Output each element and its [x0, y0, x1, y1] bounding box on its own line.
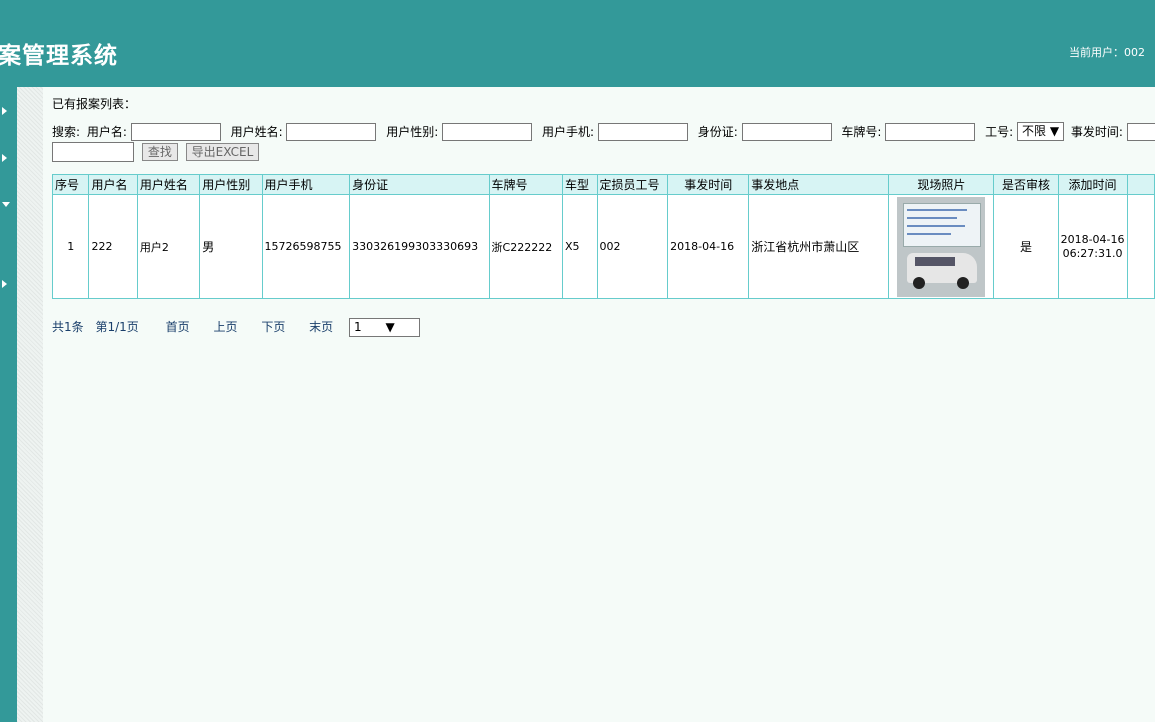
- time-start-input[interactable]: [1126, 122, 1155, 141]
- plate-label: 车牌号:: [841, 125, 882, 139]
- realname-input[interactable]: [286, 122, 377, 141]
- cell-model: X5: [561, 194, 598, 299]
- cell-idcard: 330326199303330693: [349, 194, 490, 299]
- scene-photo[interactable]: [897, 196, 986, 297]
- header-cell: 事发时间: [667, 174, 750, 195]
- idcard-label: 身份证:: [697, 125, 738, 139]
- system-title: 案管理系统: [0, 42, 118, 69]
- realname-label: 用户姓名:: [230, 125, 283, 139]
- collapse-arrow-icon[interactable]: [2, 202, 10, 207]
- header-cell: 定损员工号: [596, 174, 669, 195]
- cell-username: 222: [88, 194, 138, 299]
- header-cell: 添加时间: [1057, 174, 1128, 195]
- cell-gender: 男: [199, 194, 263, 299]
- photo-text-line: [907, 224, 966, 227]
- sidebar: [0, 87, 17, 722]
- frame-divider: [17, 87, 43, 722]
- prev-page-link[interactable]: 上页: [213, 320, 237, 334]
- phone-label: 用户手机:: [541, 125, 595, 139]
- photo-text-line: [907, 208, 968, 211]
- pagination: 共1条 第1/1页 首页 上页 下页 末页 1 ▼: [52, 318, 440, 337]
- username-label: 用户名:: [86, 125, 127, 139]
- photo-text-line: [907, 232, 952, 235]
- expand-arrow-icon[interactable]: [2, 280, 7, 288]
- cell-place: 浙江省杭州市萧山区: [748, 194, 890, 299]
- cell-plate: 浙C222222: [488, 194, 563, 299]
- cell-extra: [1126, 194, 1155, 299]
- workno-select[interactable]: 不限 ▼: [1016, 122, 1065, 141]
- cell-realname: 用户2: [136, 194, 201, 299]
- page-select-value: 1: [354, 320, 362, 334]
- header-cell: 事发地点: [748, 174, 890, 195]
- page-info: 第1/1页: [95, 320, 139, 334]
- time-label: 事发时间:: [1070, 125, 1123, 139]
- search-prefix: 搜索:: [52, 125, 81, 139]
- phone-input[interactable]: [597, 122, 688, 141]
- find-button[interactable]: 查找: [141, 143, 178, 161]
- search-form: 搜索: 用户名: 用户姓名: 用户性别: 用户手机: 身份证: 车牌号: 工号:…: [52, 122, 1155, 141]
- header-cell: 用户姓名: [136, 174, 201, 195]
- dropdown-arrow-icon: ▼: [385, 320, 395, 334]
- photo-van-window: [915, 256, 956, 266]
- header-cell: 序号: [51, 174, 90, 195]
- header-cell: 是否审核: [993, 174, 1059, 195]
- report-table: 序号 用户名 用户姓名 用户性别 用户手机 身份证 车牌号 车型 定损员工号 事…: [51, 174, 1155, 299]
- gender-label: 用户性别:: [386, 125, 439, 139]
- expand-arrow-icon[interactable]: [2, 154, 7, 162]
- cell-added-time: 2018-04-16 06:27:31.0: [1057, 194, 1128, 299]
- table-row: 1 222 用户2 男 15726598755 3303261993033306…: [51, 194, 1155, 299]
- photo-text-line: [907, 216, 958, 219]
- cell-workno: 002: [596, 194, 669, 299]
- search-row-2: 查找 导出EXCEL: [52, 142, 260, 162]
- gender-input[interactable]: [442, 122, 533, 141]
- dropdown-arrow-icon: ▼: [1049, 124, 1060, 138]
- plate-input[interactable]: [885, 122, 976, 141]
- expand-arrow-icon[interactable]: [2, 107, 7, 115]
- username-input[interactable]: [130, 122, 221, 141]
- cell-no: 1: [51, 194, 90, 299]
- current-user: 当前用户：002: [1069, 46, 1145, 59]
- header-cell: 身份证: [349, 174, 490, 195]
- idcard-input[interactable]: [741, 122, 832, 141]
- cell-reviewed: 是: [993, 194, 1059, 299]
- cell-phone: 15726598755: [261, 194, 351, 299]
- time-end-input[interactable]: [52, 142, 134, 162]
- first-page-link[interactable]: 首页: [166, 320, 190, 334]
- last-page-link[interactable]: 末页: [309, 320, 333, 334]
- cell-photo: [888, 194, 995, 299]
- header-cell: 现场照片: [888, 174, 995, 195]
- header-cell: 用户性别: [199, 174, 263, 195]
- photo-wheel: [913, 276, 926, 289]
- added-time: 06:27:31.0: [1062, 246, 1123, 260]
- header-cell: 用户名: [88, 174, 138, 195]
- header-bar: 案管理系统 当前用户：002: [0, 0, 1155, 87]
- added-date: 2018-04-16: [1060, 232, 1125, 246]
- cell-date: 2018-04-16: [667, 194, 750, 299]
- table-header-row: 序号 用户名 用户姓名 用户性别 用户手机 身份证 车牌号 车型 定损员工号 事…: [51, 174, 1155, 195]
- photo-wheel: [957, 276, 970, 289]
- list-title: 已有报案列表：: [52, 97, 137, 111]
- header-cell: 车牌号: [488, 174, 563, 195]
- export-excel-button[interactable]: 导出EXCEL: [185, 143, 260, 161]
- workno-select-value: 不限: [1021, 124, 1046, 138]
- page-select[interactable]: 1 ▼: [349, 318, 420, 337]
- total-count: 共1条: [52, 320, 84, 334]
- header-cell-extra: [1126, 174, 1155, 195]
- header-cell: 用户手机: [261, 174, 351, 195]
- header-cell: 车型: [561, 174, 598, 195]
- workno-label: 工号:: [985, 125, 1014, 139]
- next-page-link[interactable]: 下页: [261, 320, 285, 334]
